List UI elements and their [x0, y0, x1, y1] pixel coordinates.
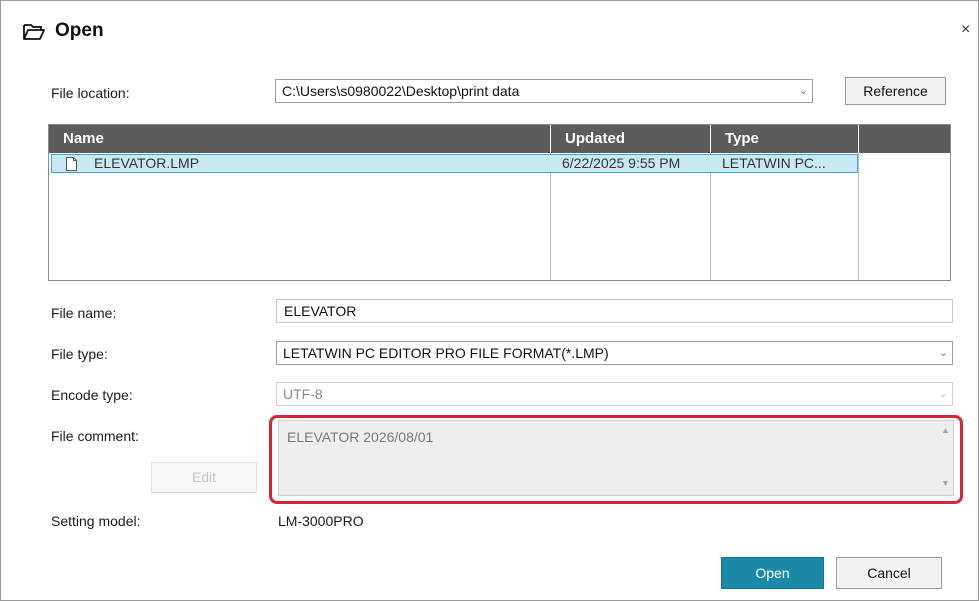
file-name-cell: ELEVATOR.LMP [94, 155, 200, 171]
cancel-button[interactable]: Cancel [836, 557, 942, 589]
file-comment-textarea[interactable]: ELEVATOR 2026/08/01 [278, 420, 954, 496]
encode-type-label: Encode type: [51, 387, 133, 403]
encode-type-value: UTF-8 [283, 386, 323, 402]
chevron-down-icon[interactable]: ⌄ [939, 342, 948, 364]
setting-model-label: Setting model: [51, 513, 141, 529]
close-icon[interactable]: × [961, 21, 970, 39]
open-button[interactable]: Open [721, 557, 824, 589]
file-location-label: File location: [51, 85, 130, 101]
column-header-updated[interactable]: Updated [551, 125, 710, 153]
file-list-header: Name Updated Type [49, 125, 950, 153]
column-divider [858, 153, 859, 280]
folder-open-icon [23, 24, 45, 40]
column-header-type[interactable]: Type [711, 125, 858, 153]
open-dialog: Open × File location: C:\Users\s0980022\… [0, 0, 979, 601]
chevron-down-icon[interactable]: ⌄ [799, 80, 808, 102]
file-type-select[interactable]: LETATWIN PC EDITOR PRO FILE FORMAT(*.LMP… [276, 341, 953, 365]
file-list[interactable]: Name Updated Type ELEVATOR.LMP 6/22/2025… [48, 124, 951, 281]
dialog-title: Open [55, 20, 104, 41]
file-type-value: LETATWIN PC EDITOR PRO FILE FORMAT(*.LMP… [283, 345, 609, 361]
file-comment-label: File comment: [51, 428, 139, 444]
table-row[interactable]: ELEVATOR.LMP 6/22/2025 9:55 PM LETATWIN … [51, 154, 858, 173]
encode-type-select: UTF-8 ⌄ [276, 382, 953, 406]
reference-button[interactable]: Reference [845, 77, 946, 105]
chevron-down-icon: ⌄ [938, 388, 948, 400]
setting-model-value: LM-3000PRO [278, 513, 364, 529]
file-type-label: File type: [51, 346, 108, 362]
edit-comment-button: Edit [151, 462, 257, 493]
file-updated-cell: 6/22/2025 9:55 PM [562, 155, 681, 171]
file-name-input[interactable]: ELEVATOR [276, 299, 953, 323]
scroll-down-icon[interactable]: ▼ [941, 478, 950, 488]
file-location-combo[interactable]: C:\Users\s0980022\Desktop\print data ⌄ [275, 79, 813, 103]
file-name-label: File name: [51, 305, 117, 321]
file-type-cell: LETATWIN PC... [722, 155, 826, 171]
column-header-name[interactable]: Name [49, 125, 550, 153]
column-header-empty [859, 125, 950, 153]
scroll-up-icon[interactable]: ▲ [941, 425, 950, 435]
file-location-value: C:\Users\s0980022\Desktop\print data [282, 83, 520, 99]
file-icon [66, 157, 77, 171]
